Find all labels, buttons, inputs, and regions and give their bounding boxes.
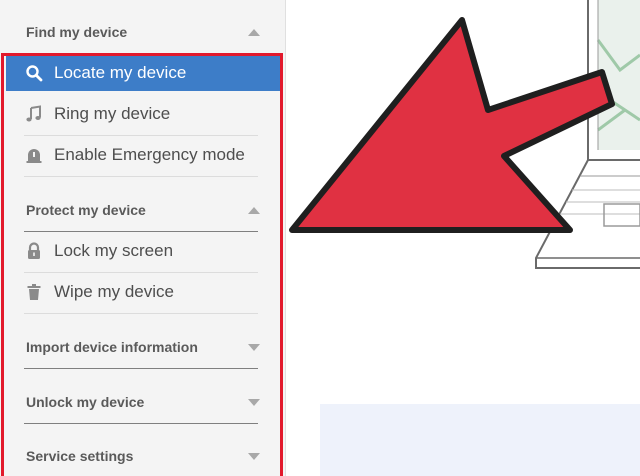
content-panel [320,404,640,476]
